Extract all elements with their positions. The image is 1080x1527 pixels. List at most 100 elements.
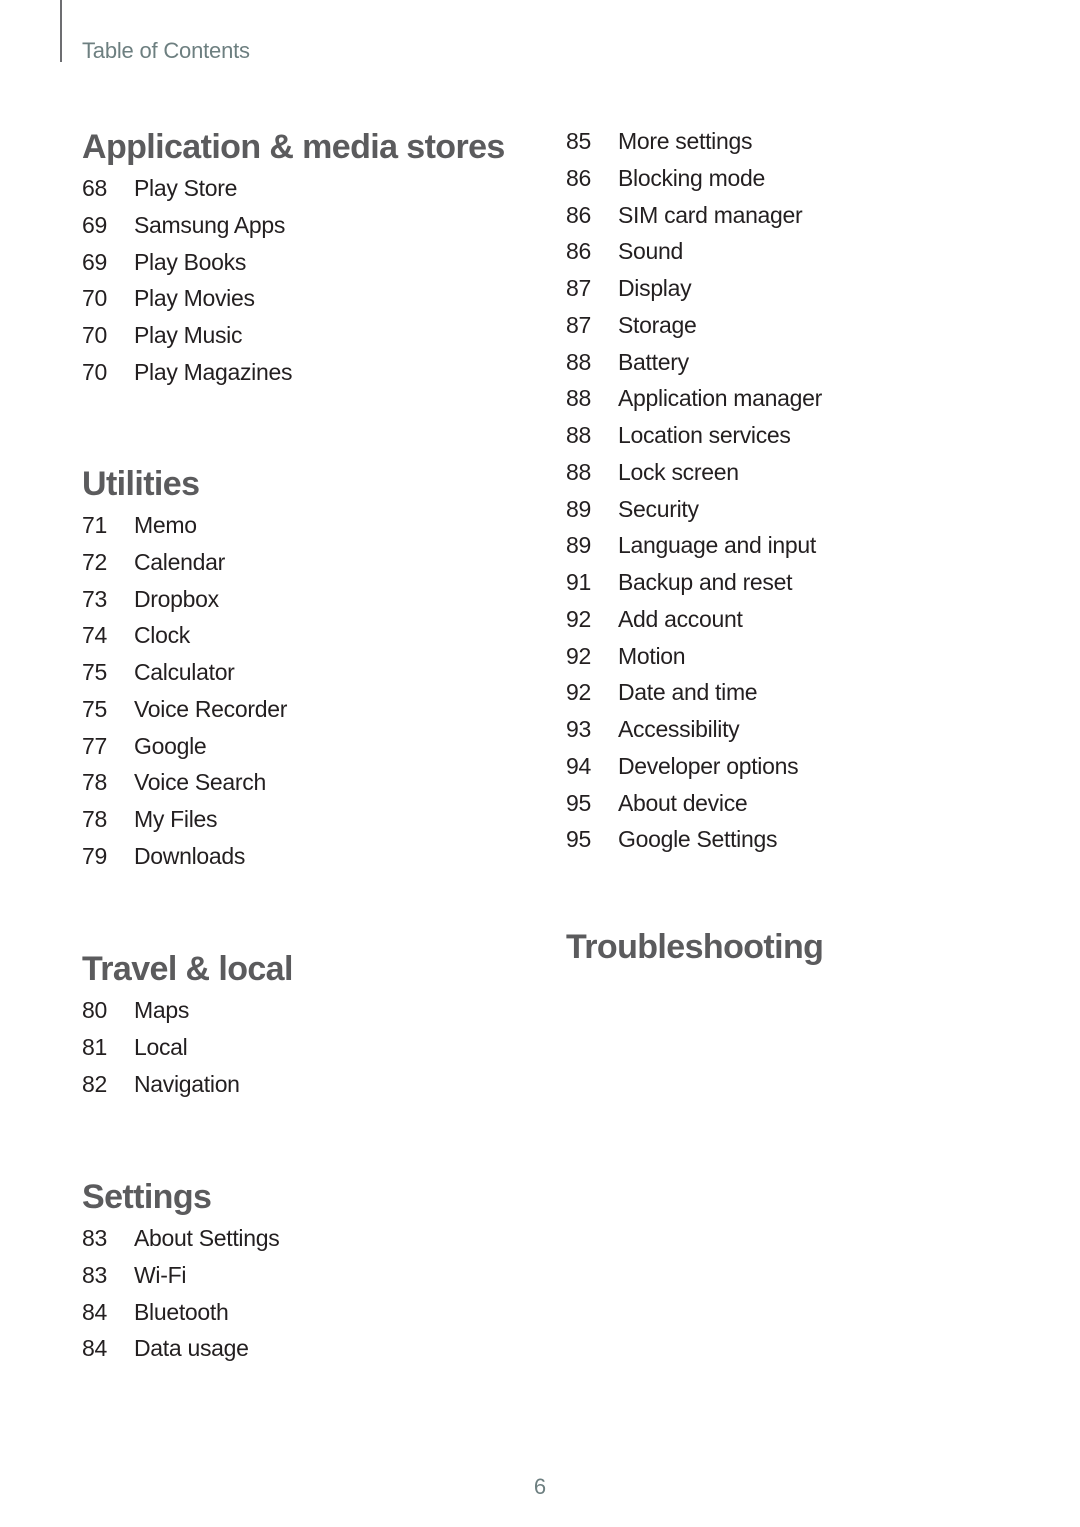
toc-entry[interactable]: 70 Play Movies (82, 280, 542, 317)
toc-entry-label[interactable]: Calculator (134, 654, 235, 691)
toc-entry-label[interactable]: Dropbox (134, 581, 219, 618)
toc-page-number: 92 (566, 679, 591, 706)
toc-entry[interactable]: 68 Play Store (82, 170, 542, 207)
toc-entry[interactable]: 78 My Files (82, 801, 542, 838)
toc-entry-label[interactable]: Date and time (618, 674, 758, 711)
section-title: Settings (82, 1178, 212, 1216)
toc-entry[interactable]: 70 Play Music (82, 317, 542, 354)
toc-entry[interactable]: 94 Developer options (566, 748, 1026, 785)
toc-entry[interactable]: 95 Google Settings (566, 821, 1026, 858)
toc-entry-label[interactable]: Navigation (134, 1066, 240, 1103)
toc-entry[interactable]: 88 Lock screen (566, 454, 1026, 491)
toc-entry[interactable]: 87 Storage (566, 307, 1026, 344)
toc-page-number: 70 (82, 322, 107, 348)
toc-entry[interactable]: 74 Clock (82, 617, 542, 654)
toc-entry[interactable]: 88 Battery (566, 344, 1026, 381)
toc-entry-label[interactable]: Samsung Apps (134, 207, 285, 244)
toc-entry-label[interactable]: More settings (618, 123, 752, 160)
toc-entry-label[interactable]: Storage (618, 307, 697, 344)
toc-entry[interactable]: 86 Blocking mode (566, 160, 1026, 197)
toc-entry-label[interactable]: Application manager (618, 380, 822, 417)
toc-entry-label[interactable]: Downloads (134, 838, 245, 875)
toc-entry[interactable]: 95 About device (566, 785, 1026, 822)
toc-entry-label[interactable]: Display (618, 270, 692, 307)
toc-entry-label[interactable]: My Files (134, 801, 218, 838)
toc-entry[interactable]: 92 Date and time (566, 674, 1026, 711)
toc-entry-label[interactable]: Clock (134, 617, 190, 654)
toc-entry[interactable]: 75 Voice Recorder (82, 691, 542, 728)
toc-entry[interactable]: 83 Wi-Fi (82, 1257, 542, 1294)
toc-entry-label[interactable]: Google (134, 728, 207, 765)
toc-entry-label[interactable]: Add account (618, 601, 743, 638)
toc-entry-label[interactable]: Language and input (618, 527, 816, 564)
toc-entry-label[interactable]: Blocking mode (618, 160, 765, 197)
toc-entry-label[interactable]: Play Music (134, 317, 243, 354)
toc-entry-label[interactable]: Google Settings (618, 821, 777, 858)
toc-entry[interactable]: 84 Data usage (82, 1330, 542, 1367)
toc-entry-label[interactable]: Memo (134, 507, 197, 544)
toc-page-number: 78 (82, 806, 107, 832)
toc-entry[interactable]: 85 More settings (566, 123, 1026, 160)
toc-entry-label[interactable]: Backup and reset (618, 564, 793, 601)
toc-entry-label[interactable]: Play Books (134, 244, 246, 281)
toc-entry-label[interactable]: Battery (618, 344, 689, 381)
toc-entry-label[interactable]: Local (134, 1029, 188, 1066)
toc-page-number: 83 (82, 1225, 107, 1251)
toc-entry-label[interactable]: About device (618, 785, 748, 822)
toc-entry[interactable]: 81 Local (82, 1029, 542, 1066)
toc-page-number: 95 (566, 789, 591, 816)
toc-entry[interactable]: 89 Language and input (566, 527, 1026, 564)
toc-entry[interactable]: 88 Application manager (566, 380, 1026, 417)
toc-entry-label[interactable]: Wi-Fi (134, 1257, 186, 1294)
toc-entry[interactable]: 72 Calendar (82, 544, 542, 581)
toc-entry-label[interactable]: About Settings (134, 1220, 280, 1257)
toc-entry-label[interactable]: Developer options (618, 748, 799, 785)
toc-entry-label[interactable]: Play Store (134, 170, 237, 207)
toc-entry[interactable]: 87 Display (566, 270, 1026, 307)
toc-entry[interactable]: 92 Motion (566, 638, 1026, 675)
toc-entry-label[interactable]: SIM card manager (618, 197, 803, 234)
toc-page-number: 68 (82, 175, 107, 201)
toc-entry[interactable]: 84 Bluetooth (82, 1294, 542, 1331)
toc-entry-label[interactable]: Sound (618, 233, 683, 270)
toc-entry[interactable]: 70 Play Magazines (82, 354, 542, 391)
toc-page-number: 79 (82, 842, 107, 869)
toc-entry[interactable]: 73 Dropbox (82, 581, 542, 618)
toc-entry-label[interactable]: Voice Search (134, 764, 266, 801)
toc-entry[interactable]: 86 Sound (566, 233, 1026, 270)
toc-page-number: 70 (82, 358, 107, 385)
toc-entry-label[interactable]: Motion (618, 638, 686, 675)
toc-entry[interactable]: 80 Maps (82, 992, 542, 1029)
toc-entry[interactable]: 77 Google (82, 728, 542, 765)
toc-entry-label[interactable]: Data usage (134, 1330, 249, 1367)
toc-page-number: 95 (566, 826, 591, 853)
section-title: Utilities (82, 465, 200, 503)
toc-entry[interactable]: 79 Downloads (82, 838, 542, 875)
toc-entry[interactable]: 82 Navigation (82, 1066, 542, 1103)
toc-entry-label[interactable]: Play Magazines (134, 354, 292, 391)
toc-entry[interactable]: 92 Add account (566, 601, 1026, 638)
toc-entry-label[interactable]: Maps (134, 992, 189, 1029)
toc-entry-label[interactable]: Bluetooth (134, 1294, 229, 1331)
toc-entry[interactable]: 93 Accessibility (566, 711, 1026, 748)
toc-entry[interactable]: 71 Memo (82, 507, 542, 544)
toc-entry[interactable]: 91 Backup and reset (566, 564, 1026, 601)
toc-entry[interactable]: 69 Play Books (82, 244, 542, 281)
toc-entry-label[interactable]: Accessibility (618, 711, 740, 748)
toc-entry[interactable]: 88 Location services (566, 417, 1026, 454)
page-number: 6 (533, 1474, 547, 1499)
toc-entry[interactable]: 69 Samsung Apps (82, 207, 542, 244)
toc-entry-label[interactable]: Play Movies (134, 280, 255, 317)
toc-page-number: 89 (566, 532, 591, 559)
toc-entry-label[interactable]: Lock screen (618, 454, 739, 491)
toc-entry[interactable]: 86 SIM card manager (566, 197, 1026, 234)
toc-entry-label[interactable]: Calendar (134, 544, 225, 581)
toc-entry-label[interactable]: Voice Recorder (134, 691, 287, 728)
toc-entry-label[interactable]: Security (618, 491, 699, 528)
toc-entry[interactable]: 83 About Settings (82, 1220, 542, 1257)
toc-entry-label[interactable]: Location services (618, 417, 791, 454)
toc-entry[interactable]: 89 Security (566, 491, 1026, 528)
toc-page-number: 89 (566, 495, 591, 522)
toc-entry[interactable]: 78 Voice Search (82, 764, 542, 801)
toc-entry[interactable]: 75 Calculator (82, 654, 542, 691)
